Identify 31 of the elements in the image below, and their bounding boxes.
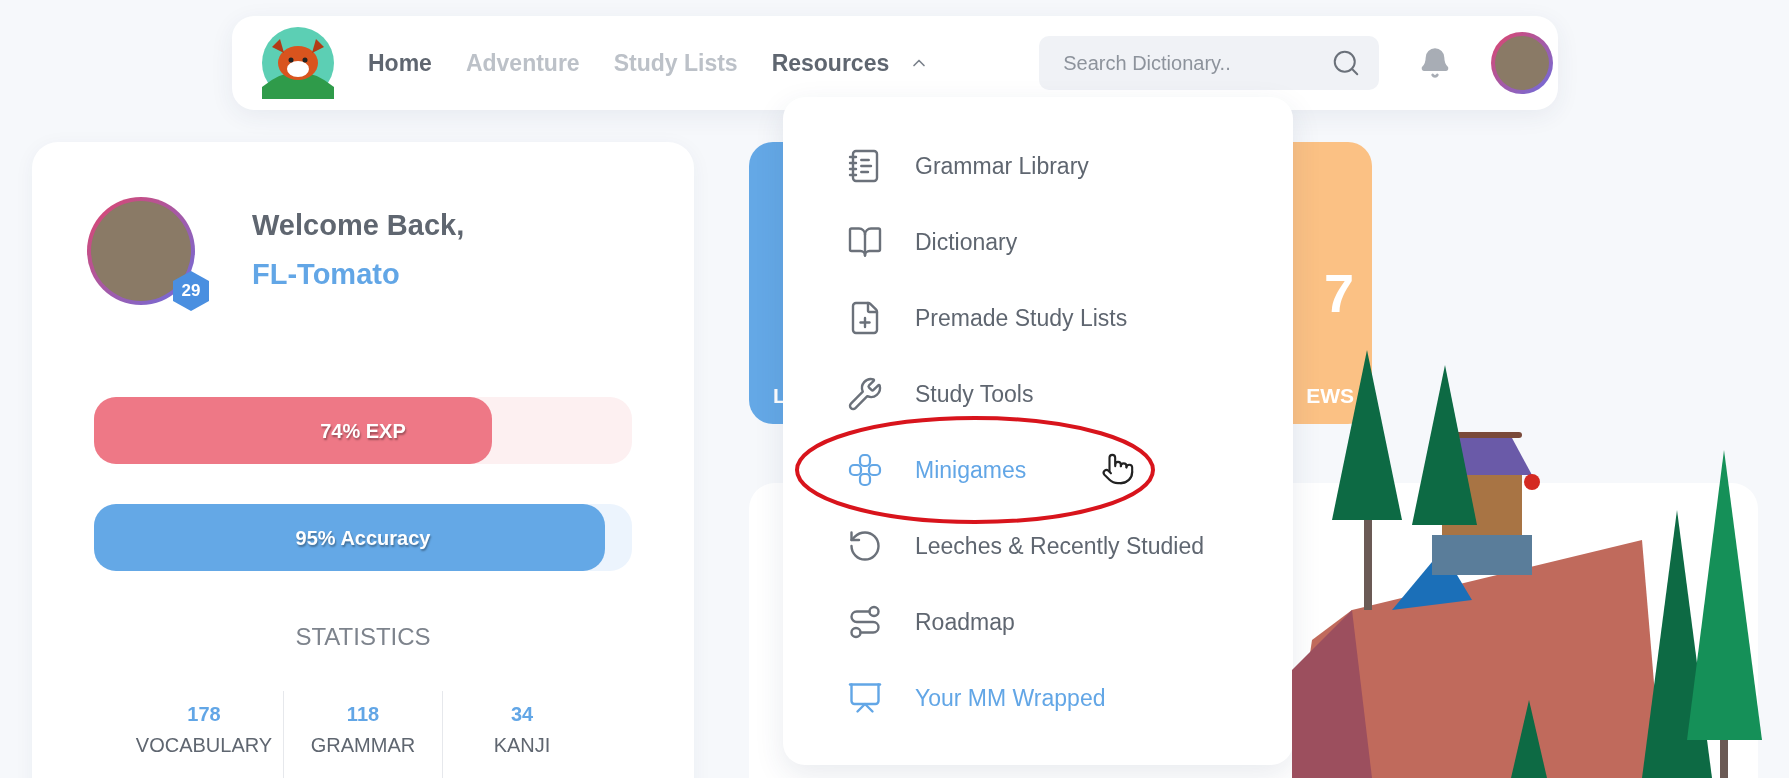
panda-logo[interactable] [262, 27, 334, 99]
menu-icon [847, 528, 883, 564]
stat-value: 34 [510, 703, 534, 726]
clover-icon [847, 452, 883, 488]
stat-label: KANJI [493, 734, 551, 757]
username-text: FL-Tomato [252, 258, 401, 291]
statistics-heading: STATISTICS [294, 623, 432, 651]
level-badge: 29 [173, 271, 209, 311]
menu-item[interactable]: Roadmap [847, 598, 1293, 646]
menu-icon [847, 376, 883, 412]
stat-value: 118 [346, 703, 380, 726]
menu-item[interactable]: Dictionary [847, 218, 1293, 266]
menu-icon [847, 224, 883, 260]
progress-label: 95% Accuracy [295, 526, 431, 549]
stat-value: 178 [187, 703, 221, 726]
menu-icon [847, 680, 883, 716]
welcome-text: Welcome Back, [252, 209, 465, 242]
progress-label: 74% EXP [320, 419, 406, 442]
menu-item[interactable]: Leeches & Recently Studied [847, 522, 1293, 570]
menu-icon [847, 604, 883, 640]
card-number: 7 [1323, 262, 1354, 324]
card-caption: EWS [1306, 384, 1354, 408]
menu-item[interactable]: Study Tools [847, 370, 1293, 418]
search-field[interactable]: Search Dictionary.. [1039, 36, 1380, 90]
stat-label: GRAMMAR [310, 734, 416, 757]
nav-link[interactable]: Resources [771, 49, 890, 77]
menu-item[interactable]: Grammar Library [847, 142, 1293, 190]
menu-item[interactable]: Premade Study Lists [847, 294, 1293, 342]
stat-label: VOCABULARY [135, 734, 273, 757]
nav-link[interactable]: Home [368, 49, 432, 77]
hand-cursor-icon [1101, 452, 1135, 486]
